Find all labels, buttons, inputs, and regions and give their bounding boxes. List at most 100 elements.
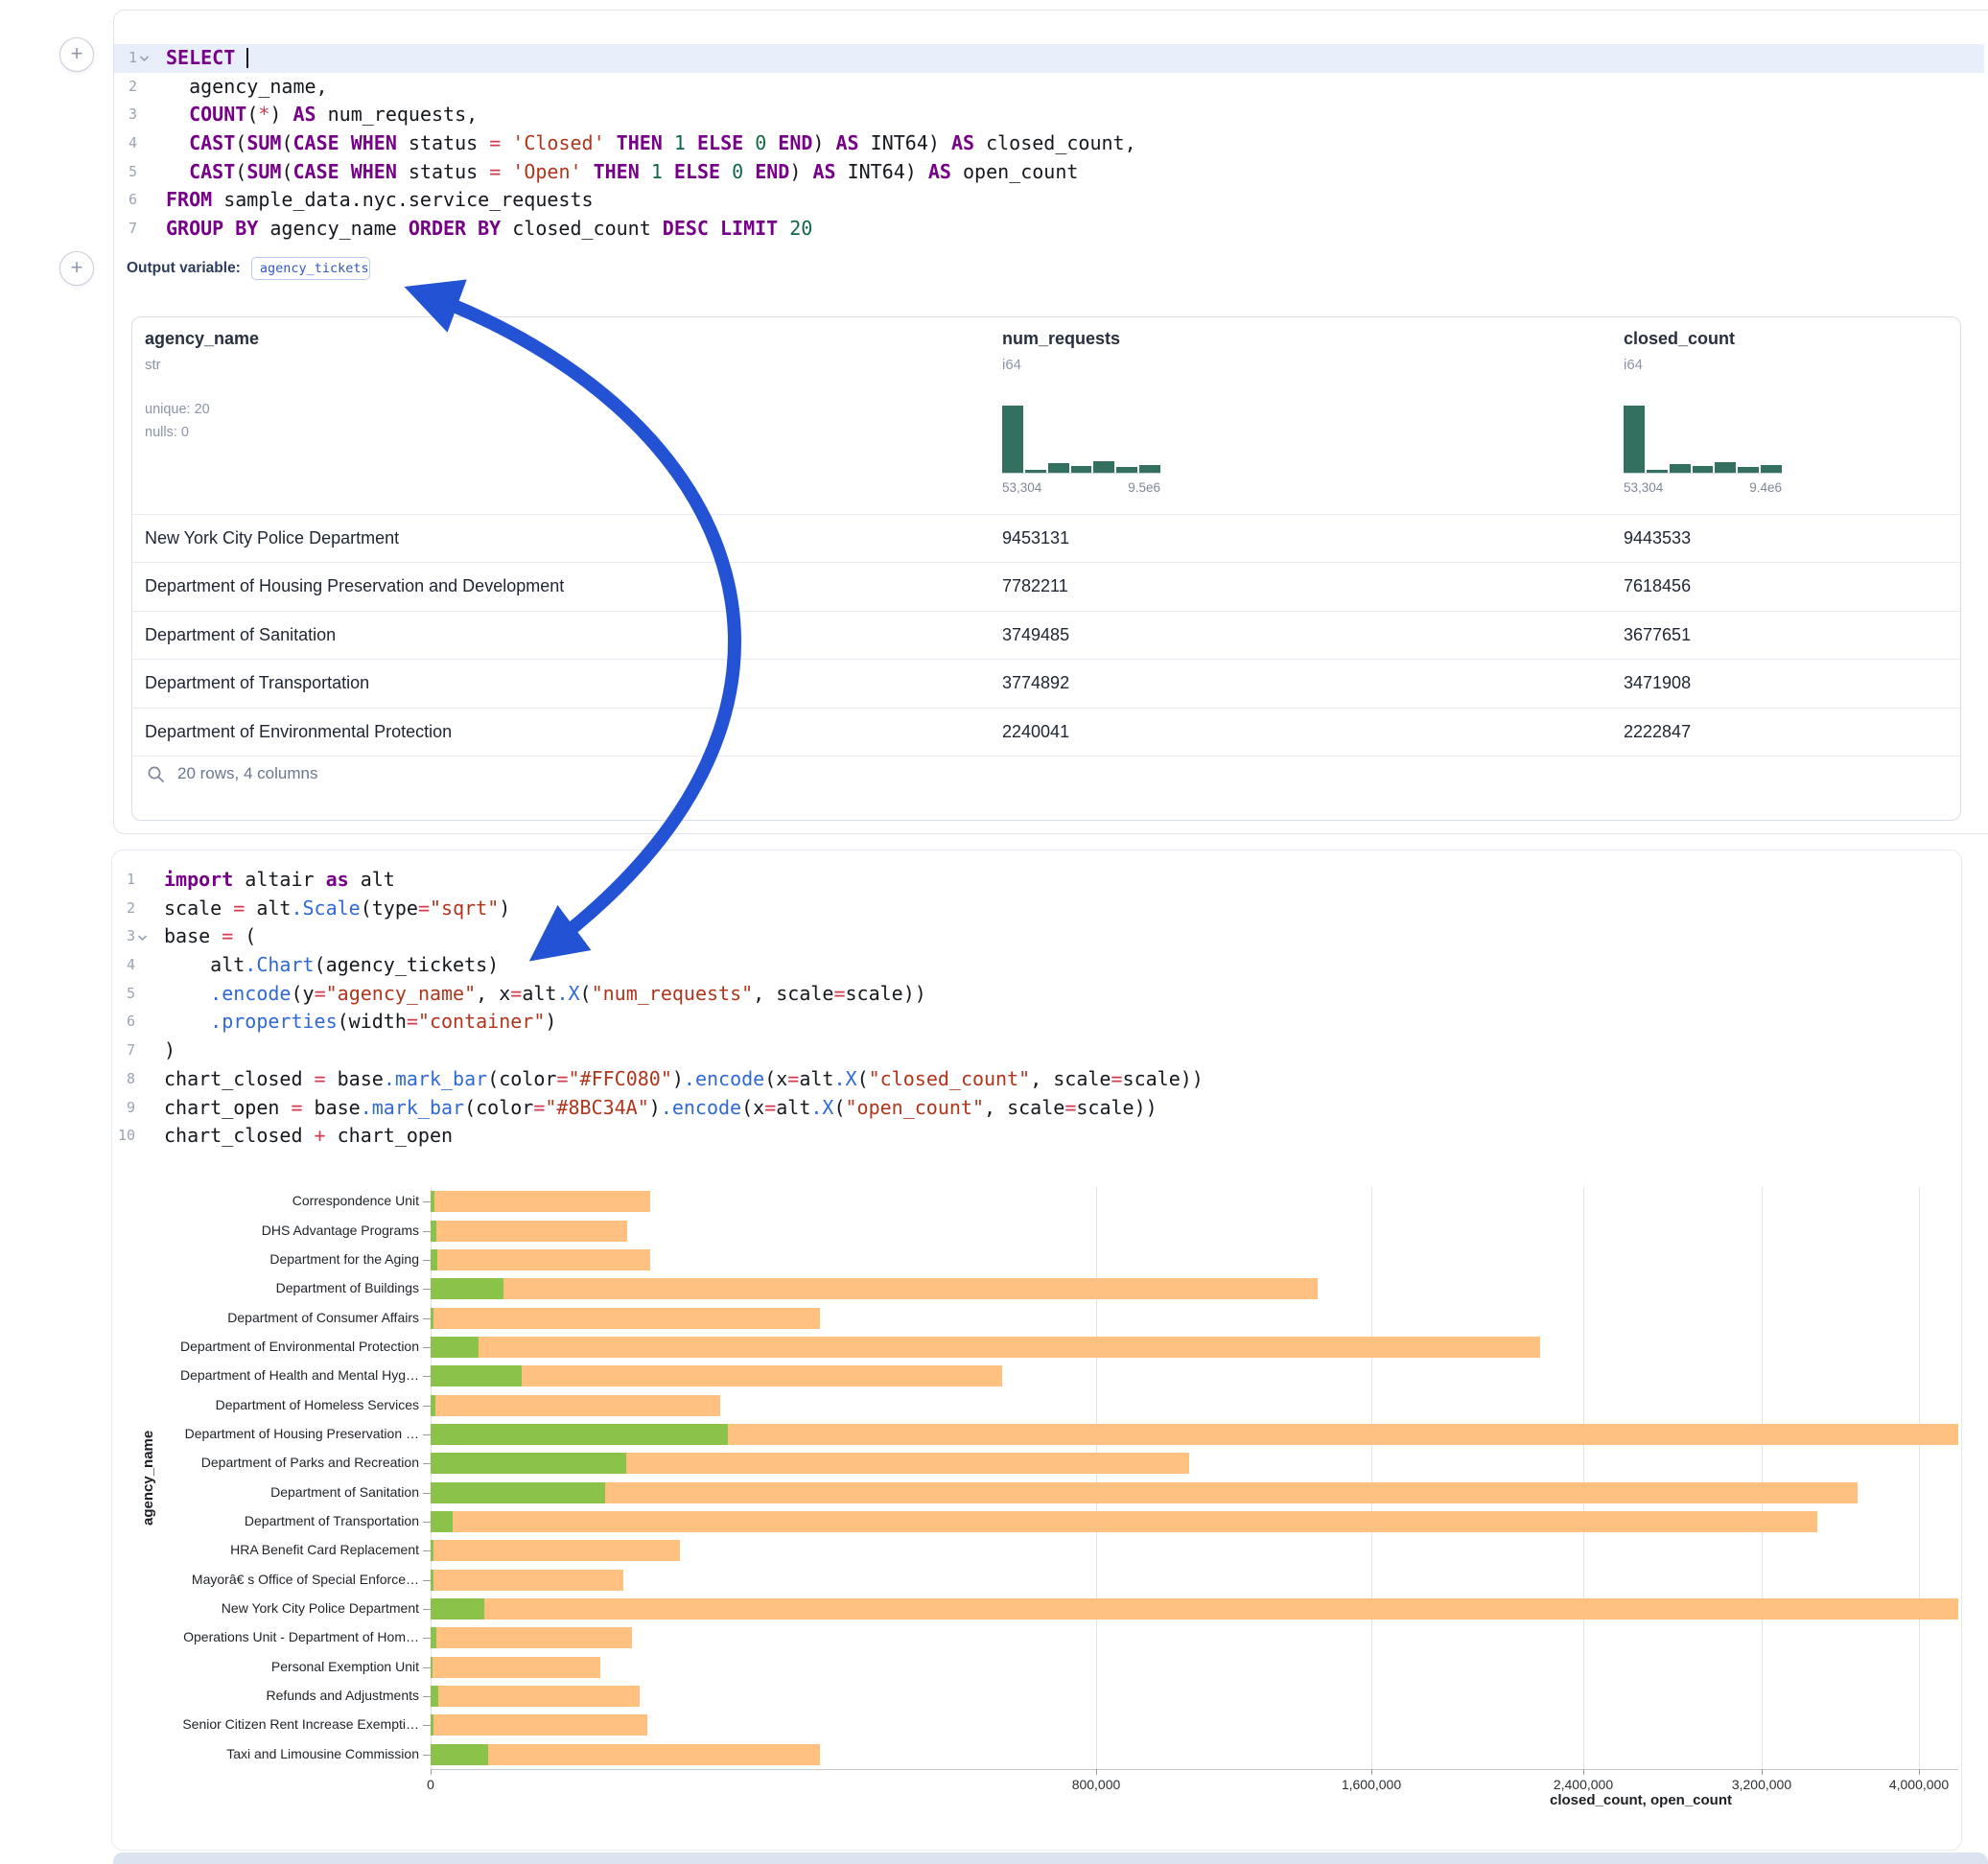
bar-open-count	[431, 1365, 522, 1386]
table-footer-text: 20 rows, 4 columns	[177, 764, 317, 783]
cell-closed-count: 2222847	[1624, 709, 1691, 756]
sql-editor[interactable]: 1SELECT 2 agency_name,3 COUNT(*) AS num_…	[114, 44, 1984, 244]
bar-closed-count	[431, 1714, 647, 1736]
code-line: 9chart_open = base.mark_bar(color="#8BC3…	[112, 1094, 1955, 1123]
line-number: 7	[112, 1037, 135, 1065]
bar-open-count	[431, 1686, 438, 1707]
code-text: agency_name,	[166, 73, 328, 102]
cell-num-requests: 9453131	[1002, 515, 1069, 562]
code-text: base = (	[164, 922, 256, 951]
fold-spacer	[137, 158, 151, 187]
bar-open-count	[431, 1337, 479, 1358]
histogram-axis-labels: 53,304 9.4e6	[1624, 480, 1782, 495]
table-row[interactable]: Department of Housing Preservation and D…	[132, 562, 1960, 610]
add-cell-button[interactable]: +	[59, 251, 94, 286]
column-type: i64	[1624, 357, 1735, 373]
histogram-bar	[1624, 406, 1645, 473]
line-number: 2	[114, 73, 137, 102]
histogram-bar	[1002, 406, 1023, 473]
bar-closed-count	[431, 1308, 820, 1329]
bar-open-count	[431, 1511, 453, 1532]
column-name: num_requests	[1002, 329, 1120, 349]
column-meta-unique: unique: 20	[145, 402, 210, 417]
table-body: New York City Police Department945313194…	[132, 514, 1960, 757]
fold-spacer	[135, 1008, 149, 1037]
cell-num-requests: 2240041	[1002, 709, 1069, 756]
line-number: 6	[114, 186, 137, 215]
line-number: 5	[114, 158, 137, 187]
column-header-closed-count[interactable]: closed_count i64	[1624, 329, 1735, 373]
bar-open-count	[431, 1221, 436, 1242]
code-line: 5 .encode(y="agency_name", x=alt.X("num_…	[112, 980, 1955, 1009]
output-variable-chip[interactable]: agency_tickets	[251, 257, 370, 280]
cell-agency-name: Department of Sanitation	[145, 612, 989, 659]
line-number: 8	[112, 1065, 135, 1094]
column-histogram	[1002, 404, 1160, 474]
column-header-agency-name[interactable]: agency_name str	[145, 329, 259, 373]
fold-chevron-icon[interactable]	[135, 922, 149, 951]
bar-open-count	[431, 1482, 605, 1503]
gridline	[1371, 1187, 1372, 1769]
gridline	[431, 1187, 432, 1769]
bar-closed-count	[431, 1337, 1540, 1358]
fold-spacer	[135, 951, 149, 980]
code-text: alt.Chart(agency_tickets)	[164, 951, 499, 980]
histogram-bar	[1071, 466, 1092, 473]
code-text: CAST(SUM(CASE WHEN status = 'Closed' THE…	[166, 129, 1136, 158]
column-type: str	[145, 357, 259, 373]
bar-open-count	[431, 1570, 433, 1591]
fold-spacer	[135, 1122, 149, 1151]
add-cell-button[interactable]: +	[59, 37, 94, 72]
hist-max-label: 9.4e6	[1749, 480, 1782, 495]
column-type: i64	[1002, 357, 1120, 373]
column-header-num-requests[interactable]: num_requests i64	[1002, 329, 1120, 373]
bar-closed-count	[431, 1744, 820, 1765]
cell-num-requests: 7782211	[1002, 563, 1068, 610]
cell-closed-count: 3677651	[1624, 612, 1691, 659]
bar-open-count	[431, 1744, 488, 1765]
code-text: chart_closed + chart_open	[164, 1122, 453, 1151]
next-cell-edge	[113, 1852, 1988, 1864]
fold-chevron-icon[interactable]	[137, 44, 151, 73]
histogram-bar	[1715, 462, 1736, 473]
bar-closed-count	[431, 1686, 640, 1707]
table-row[interactable]: Department of Environmental Protection22…	[132, 708, 1960, 757]
table-row[interactable]: Department of Transportation377489234719…	[132, 659, 1960, 707]
code-text: SELECT	[166, 44, 248, 73]
hist-min-label: 53,304	[1002, 480, 1041, 495]
histogram-axis-labels: 53,304 9.5e6	[1002, 480, 1160, 495]
histogram-bar	[1093, 461, 1114, 473]
gridline	[1583, 1187, 1584, 1769]
code-text: chart_open = base.mark_bar(color="#8BC34…	[164, 1094, 1158, 1123]
cell-num-requests: 3774892	[1002, 660, 1069, 707]
bar-open-count	[431, 1453, 626, 1474]
cell-agency-name: Department of Housing Preservation and D…	[145, 563, 989, 610]
gridline	[1762, 1187, 1763, 1769]
table-row[interactable]: Department of Sanitation 3749485 3677651	[132, 611, 1960, 659]
code-text: GROUP BY agency_name ORDER BY closed_cou…	[166, 215, 812, 244]
code-line: 1import altair as alt	[112, 866, 1955, 895]
code-line: 4 alt.Chart(agency_tickets)	[112, 951, 1955, 980]
code-line: 8chart_closed = base.mark_bar(color="#FF…	[112, 1065, 1955, 1094]
bar-open-count	[431, 1540, 433, 1561]
hist-max-label: 9.5e6	[1128, 480, 1160, 495]
fold-spacer	[137, 129, 151, 158]
histogram-bar	[1116, 467, 1137, 473]
line-number: 4	[112, 951, 135, 980]
fold-spacer	[137, 186, 151, 215]
code-line: 2 agency_name,	[114, 73, 1984, 102]
python-editor[interactable]: 1import altair as alt2scale = alt.Scale(…	[112, 866, 1955, 1151]
search-icon[interactable]	[147, 765, 165, 783]
output-variable-label: Output variable:	[127, 260, 241, 277]
histogram-bar	[1139, 465, 1160, 473]
table-row[interactable]: New York City Police Department945313194…	[132, 514, 1960, 562]
dataframe-output: agency_name str unique: 20 nulls: 0 num_…	[131, 316, 1961, 821]
histogram-bar	[1738, 467, 1759, 473]
cell-agency-name: Department of Transportation	[145, 660, 989, 707]
bar-closed-count	[431, 1540, 680, 1561]
cell-num-requests: 3749485	[1002, 612, 1069, 659]
bar-open-count	[431, 1395, 435, 1416]
code-text: FROM sample_data.nyc.service_requests	[166, 186, 594, 215]
code-line: 2scale = alt.Scale(type="sqrt")	[112, 895, 1955, 923]
bar-open-count	[431, 1191, 434, 1212]
